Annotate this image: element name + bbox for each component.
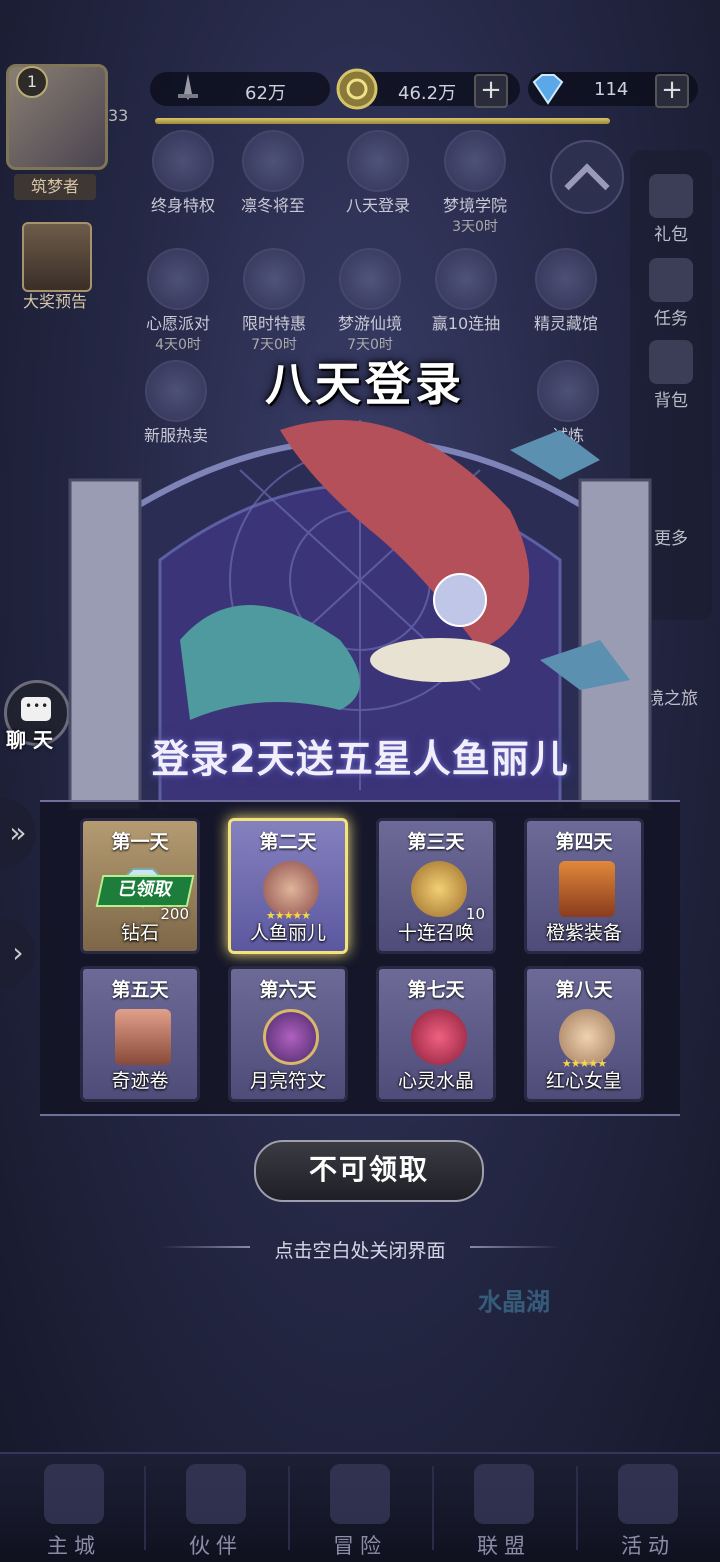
feature-icon bbox=[347, 130, 409, 192]
player-title: 筑梦者 bbox=[14, 174, 96, 200]
nav-adventure[interactable]: 冒险 bbox=[290, 1454, 430, 1562]
feature-winter[interactable]: 凛冬将至 bbox=[225, 130, 321, 216]
collapse-menu-button[interactable] bbox=[550, 140, 624, 214]
add-gems-button[interactable]: + bbox=[655, 74, 689, 108]
reward-card-day1[interactable]: 第一天 已领取 200 钻石 bbox=[80, 818, 200, 954]
feature-icon bbox=[147, 248, 209, 310]
miracle-scroll-icon bbox=[115, 1009, 171, 1065]
grand-prize-preview-icon[interactable] bbox=[22, 222, 92, 292]
feature-icon bbox=[444, 130, 506, 192]
feature-dream-academy[interactable]: 梦境学院 3天0时 bbox=[427, 130, 523, 236]
feature-icon bbox=[243, 248, 305, 310]
grand-prize-preview-label: 大奖预告 bbox=[22, 292, 87, 311]
feature-eight-day-login[interactable]: 八天登录 bbox=[330, 130, 426, 216]
reward-card-day7[interactable]: 第七天 心灵水晶 bbox=[376, 966, 496, 1102]
equipment-chest-icon bbox=[559, 861, 615, 917]
claim-button[interactable]: 不可领取 bbox=[254, 1140, 484, 1202]
heart-crystal-icon bbox=[411, 1009, 467, 1065]
shield-icon bbox=[474, 1464, 534, 1524]
sword-icon bbox=[178, 74, 198, 100]
close-hint: 点击空白处关闭界面 bbox=[274, 1240, 446, 1262]
chevron-up-icon bbox=[564, 163, 610, 209]
power-display: 62万 bbox=[150, 72, 330, 106]
right-menu-gift[interactable]: 礼包 bbox=[630, 174, 712, 245]
feature-spirit-gallery[interactable]: 精灵藏馆 bbox=[518, 248, 614, 334]
event-title: 八天登录 bbox=[265, 357, 465, 411]
experience-bar bbox=[155, 118, 610, 124]
feature-icon bbox=[535, 248, 597, 310]
reward-card-day6[interactable]: 第六天 月亮符文 bbox=[228, 966, 348, 1102]
summon-ticket-icon bbox=[411, 861, 467, 917]
reward-card-day5[interactable]: 第五天 奇迹卷 bbox=[80, 966, 200, 1102]
nav-events[interactable]: 活动 bbox=[578, 1454, 718, 1562]
right-menu-tasks[interactable]: 任务 bbox=[630, 258, 712, 329]
gem-value: 114 bbox=[594, 79, 629, 100]
cards-icon bbox=[618, 1464, 678, 1524]
bottom-nav: 主城 伙伴 冒险 联盟 活动 bbox=[0, 1452, 720, 1562]
power-value: 62万 bbox=[245, 83, 286, 104]
player-uid: 33 bbox=[108, 106, 129, 125]
gold-value: 46.2万 bbox=[398, 83, 457, 104]
feature-lifetime-privilege[interactable]: 终身特权 bbox=[135, 130, 231, 216]
reward-card-day8[interactable]: 第八天 ★★★★★ 红心女皇 bbox=[524, 966, 644, 1102]
player-level-badge: 1 bbox=[16, 66, 48, 98]
scroll-icon bbox=[649, 258, 693, 302]
experience-fill bbox=[155, 118, 610, 124]
reward-card-day2[interactable]: 第二天 ★★★★★ 人鱼丽儿 bbox=[228, 818, 348, 954]
side-arrow-button[interactable]: » bbox=[0, 798, 36, 868]
diamond-icon bbox=[532, 74, 564, 105]
feature-wish-party[interactable]: 心愿派对 4天0时 bbox=[130, 248, 226, 354]
add-gold-button[interactable]: + bbox=[474, 74, 508, 108]
side-arrow-button[interactable]: › bbox=[0, 918, 36, 988]
map-location-label: 水晶湖 bbox=[478, 1288, 550, 1316]
gift-icon bbox=[649, 174, 693, 218]
bag-icon bbox=[649, 340, 693, 384]
reward-card-day3[interactable]: 第三天 10 十连召唤 bbox=[376, 818, 496, 954]
gold-coin-icon bbox=[336, 68, 378, 110]
reward-card-day4[interactable]: 第四天 橙紫装备 bbox=[524, 818, 644, 954]
feature-wonderland[interactable]: 梦游仙境 7天0时 bbox=[322, 248, 418, 354]
compass-icon bbox=[330, 1464, 390, 1524]
feature-icon bbox=[152, 130, 214, 192]
feature-icon bbox=[339, 248, 401, 310]
nav-partners[interactable]: 伙伴 bbox=[146, 1454, 286, 1562]
nav-alliance[interactable]: 联盟 bbox=[434, 1454, 574, 1562]
castle-icon bbox=[44, 1464, 104, 1524]
nav-main-city[interactable]: 主城 bbox=[4, 1454, 144, 1562]
feature-icon bbox=[242, 130, 304, 192]
event-banner: 登录2天送五星人鱼丽儿 bbox=[151, 737, 569, 781]
feature-icon bbox=[435, 248, 497, 310]
claimed-badge: 已领取 bbox=[95, 875, 195, 907]
hat-icon bbox=[186, 1464, 246, 1524]
moon-rune-icon bbox=[263, 1009, 319, 1065]
feature-win-ten-pull[interactable]: 赢10连抽 bbox=[418, 248, 514, 334]
feature-limited-offer[interactable]: 限时特惠 7天0时 bbox=[226, 248, 322, 354]
